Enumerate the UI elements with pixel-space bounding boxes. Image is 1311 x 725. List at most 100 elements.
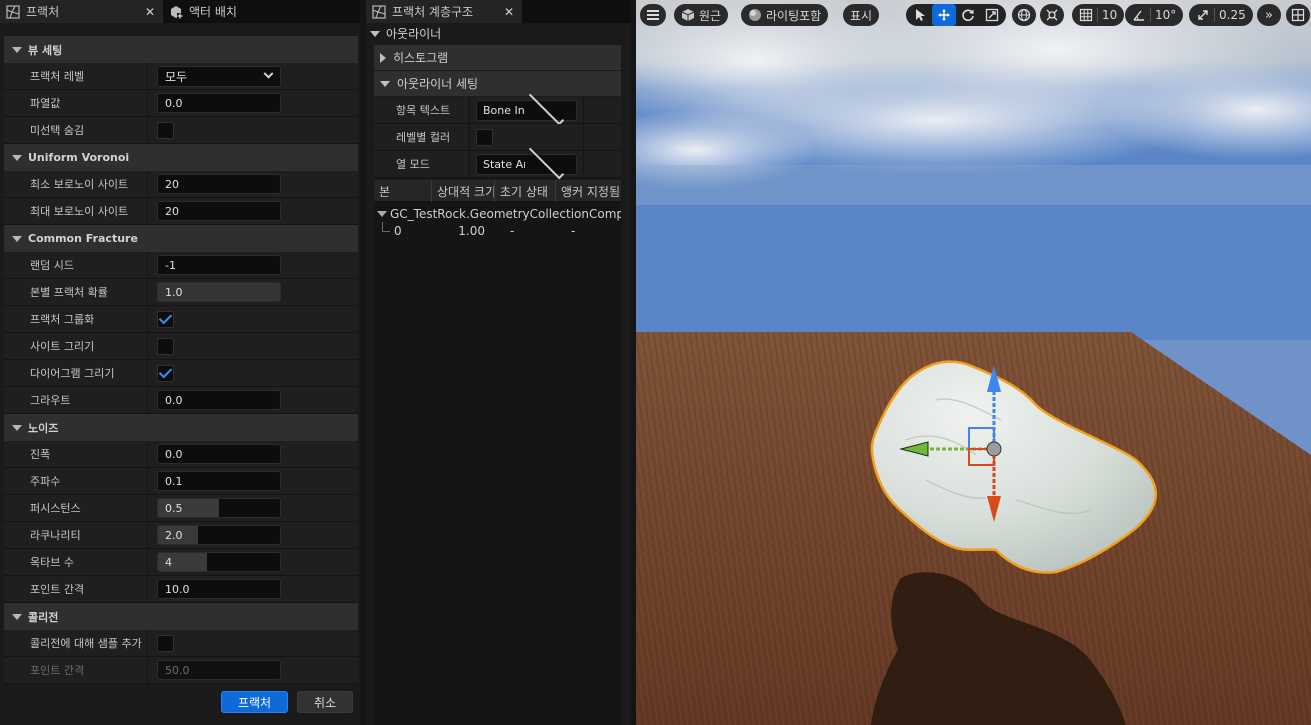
add-actor-icon xyxy=(171,5,183,19)
color-by-level-checkbox[interactable] xyxy=(476,128,493,146)
select-mode-button[interactable] xyxy=(908,4,932,26)
tab-fracture-hierarchy-label: 프랙처 계층구조 xyxy=(392,5,474,19)
section-view-settings[interactable]: 뷰 세팅 xyxy=(4,36,358,63)
tab-place-actors[interactable]: 액터 배치 xyxy=(163,0,353,23)
row-color-by-level: 레벨별 컬러 xyxy=(374,124,621,151)
lighting-label: 라이팅포함 xyxy=(766,8,822,23)
lacunarity-slider[interactable]: 2.0 xyxy=(157,525,281,545)
close-icon[interactable]: ✕ xyxy=(502,5,516,19)
histogram-header[interactable]: 히스토그램 xyxy=(374,45,621,70)
fracture-icon xyxy=(6,4,20,19)
fracture-button[interactable]: 프랙처 xyxy=(221,691,288,713)
translate-mode-button[interactable] xyxy=(932,4,956,26)
add-samples-checkbox[interactable] xyxy=(157,634,174,652)
section-common-fracture[interactable]: Common Fracture xyxy=(4,225,358,252)
draw-sites-label: 사이트 그리기 xyxy=(4,333,148,359)
collapse-arrow-icon xyxy=(380,80,390,87)
max-sites-label: 최대 보로노이 사이트 xyxy=(4,198,148,224)
show-button[interactable]: 표시 xyxy=(843,4,880,26)
section-collision[interactable]: 콜리전 xyxy=(4,603,358,630)
grid-snap-button[interactable]: 10 xyxy=(1072,4,1125,26)
min-sites-input[interactable]: 20 xyxy=(157,174,281,194)
tree-row-root[interactable]: GC_TestRock.GeometryCollectionComponent xyxy=(374,205,621,222)
point-spacing-input[interactable]: 10.0 xyxy=(157,579,281,599)
row-item-text: 항목 텍스트 Bone Index xyxy=(374,89,621,125)
perspective-label: 원근 xyxy=(699,8,722,23)
perspective-button[interactable]: 원근 xyxy=(674,4,729,26)
color-by-level-label: 레벨별 컬러 xyxy=(374,124,470,150)
tree-row-bone[interactable]: 0 1.00 - - xyxy=(374,222,621,239)
column-header-bone[interactable]: 본 xyxy=(374,180,432,202)
surface-snap-button[interactable] xyxy=(1040,4,1064,26)
hide-unselected-label: 미선택 숨김 xyxy=(4,117,148,143)
amplitude-label: 진폭 xyxy=(4,441,148,467)
tree-connector xyxy=(374,222,394,239)
column-mode-label: 열 모드 xyxy=(374,151,470,177)
globe-icon xyxy=(1017,8,1031,22)
left-tab-strip: 프랙처 ✕ 액터 배치 xyxy=(0,0,360,23)
grout-value: 0.0 xyxy=(165,393,183,407)
frequency-input[interactable]: 0.1 xyxy=(157,471,281,491)
fracture-footer: 프랙처 취소 xyxy=(4,688,358,718)
fracture-chance-value: 1.0 xyxy=(165,285,183,299)
explode-value: 0.0 xyxy=(165,96,183,110)
row-fracture-level: 프랙처 레벨 모두 xyxy=(4,63,358,90)
collision-point-spacing-value: 50.0 xyxy=(165,663,190,677)
lighting-mode-button[interactable]: 라이팅포함 xyxy=(741,4,829,26)
amplitude-input[interactable]: 0.0 xyxy=(157,444,281,464)
row-persistence: 퍼시스턴스 0.5 xyxy=(4,495,358,522)
octave-slider[interactable]: 4 xyxy=(157,552,281,572)
cursor-icon xyxy=(916,9,925,21)
persistence-label: 퍼시스턴스 xyxy=(4,495,148,521)
viewport-menu-button[interactable] xyxy=(640,4,666,26)
section-noise[interactable]: 노이즈 xyxy=(4,414,358,441)
fracture-hierarchy-panel: 프랙처 계층구조 ✕ 아웃라이너 히스토그램 아웃라이너 세팅 항목 텍스트 B… xyxy=(366,0,631,725)
coordinate-space-button[interactable] xyxy=(1012,4,1036,26)
draw-diagram-checkbox[interactable] xyxy=(157,364,174,382)
outliner-settings-header[interactable]: 아웃라이너 세팅 xyxy=(374,71,621,96)
item-text-dropdown[interactable]: Bone Index xyxy=(476,89,577,125)
frequency-label: 주파수 xyxy=(4,468,148,494)
random-seed-value: -1 xyxy=(165,258,176,272)
random-seed-input[interactable]: -1 xyxy=(157,255,281,275)
tab-fracture-hierarchy[interactable]: 프랙처 계층구조 ✕ xyxy=(366,0,522,23)
column-header-initial-state[interactable]: 초기 상태 xyxy=(495,180,556,202)
viewport-layout-button[interactable] xyxy=(1286,4,1310,26)
draw-diagram-label: 다이어그램 그리기 xyxy=(4,360,148,386)
level-viewport[interactable]: 원근 라이팅포함 표시 10 10° 0.25 » xyxy=(636,0,1311,725)
outliner-settings-title: 아웃라이너 세팅 xyxy=(397,77,479,91)
outliner-header[interactable]: 아웃라이너 xyxy=(366,23,621,44)
rotation-snap-button[interactable]: 10° xyxy=(1125,4,1184,26)
close-icon[interactable]: ✕ xyxy=(143,5,157,19)
angle-icon xyxy=(1133,10,1144,21)
explode-input[interactable]: 0.0 xyxy=(157,93,281,113)
draw-sites-checkbox[interactable] xyxy=(157,337,174,355)
double-chevron-right-icon: » xyxy=(1265,7,1273,23)
max-sites-input[interactable]: 20 xyxy=(157,201,281,221)
group-fracture-checkbox[interactable] xyxy=(157,310,174,328)
column-header-anchored[interactable]: 앵커 지정됨 xyxy=(556,180,621,202)
more-options-button[interactable]: » xyxy=(1257,4,1281,26)
fracture-chance-slider[interactable]: 1.0 xyxy=(157,282,281,302)
row-point-spacing: 포인트 간격 10.0 xyxy=(4,576,358,603)
cancel-button[interactable]: 취소 xyxy=(297,691,353,713)
column-mode-dropdown[interactable]: State And Size xyxy=(476,143,577,179)
persistence-slider[interactable]: 0.5 xyxy=(157,498,281,518)
scale-snap-button[interactable]: 0.25 xyxy=(1189,4,1253,26)
scale-mode-button[interactable] xyxy=(980,4,1004,26)
collision-point-spacing-input: 50.0 xyxy=(157,660,281,680)
octave-label: 옥타브 수 xyxy=(4,549,148,575)
collision-point-spacing-label: 포인트 간격 xyxy=(4,657,148,683)
frequency-value: 0.1 xyxy=(165,474,183,488)
fracture-level-dropdown[interactable]: 모두 xyxy=(157,65,281,87)
layout-grid-icon xyxy=(1291,8,1305,22)
row-draw-sites: 사이트 그리기 xyxy=(4,333,358,360)
tab-fracture[interactable]: 프랙처 ✕ xyxy=(0,0,163,23)
rotate-mode-button[interactable] xyxy=(956,4,980,26)
histogram-title: 히스토그램 xyxy=(393,51,449,65)
section-uniform-voronoi[interactable]: Uniform Voronoi xyxy=(4,144,358,171)
column-header-relative-size[interactable]: 상대적 크기 xyxy=(432,180,495,202)
lacunarity-value: 2.0 xyxy=(165,528,183,542)
hide-unselected-checkbox[interactable] xyxy=(157,121,174,139)
grout-input[interactable]: 0.0 xyxy=(157,390,281,410)
